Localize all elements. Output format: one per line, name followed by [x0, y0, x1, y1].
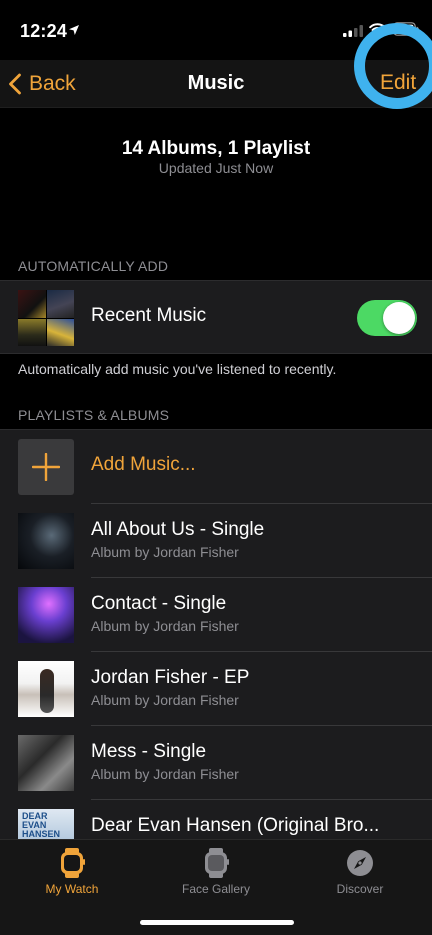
artwork-title-text: DEAR EVAN HANSEN [22, 811, 61, 839]
album-title: Contact - Single [91, 593, 227, 614]
cellular-signal-icon [343, 25, 363, 37]
artwork-tile [46, 290, 74, 318]
album-row[interactable]: Contact - Single Album by Jordan Fisher [0, 578, 432, 652]
artwork-tile [46, 318, 74, 346]
album-title: Jordan Fisher - EP [91, 667, 250, 688]
album-subtitle: Album by Jordan Fisher [91, 766, 239, 782]
section-header-playlists: PLAYLISTS & ALBUMS [18, 407, 170, 423]
recent-music-toggle[interactable] [357, 300, 417, 336]
album-artwork [18, 587, 74, 643]
tab-label: Face Gallery [181, 882, 251, 896]
location-arrow-icon [69, 25, 79, 35]
album-artwork [18, 661, 74, 717]
playlists-list: Add Music... All About Us - Single Album… [0, 429, 432, 839]
album-artwork [18, 513, 74, 569]
tab-my-watch[interactable]: My Watch [0, 848, 144, 896]
add-tile [18, 439, 74, 495]
home-indicator[interactable] [140, 920, 294, 925]
tab-face-gallery[interactable]: Face Gallery [144, 848, 288, 896]
album-row[interactable]: Jordan Fisher - EP Album by Jordan Fishe… [0, 652, 432, 726]
recent-music-artwork [18, 290, 74, 346]
artwork-tile [18, 318, 46, 346]
album-row[interactable]: All About Us - Single Album by Jordan Fi… [0, 504, 432, 578]
highlight-ring [354, 23, 432, 109]
status-time: 12:24 [20, 21, 68, 41]
tab-label: Discover [336, 882, 384, 896]
recent-music-label: Recent Music [91, 305, 207, 326]
summary-title: 14 Albums, 1 Playlist [121, 138, 311, 159]
album-subtitle: Album by Jordan Fisher [91, 618, 239, 634]
album-title: Mess - Single [91, 741, 207, 762]
auto-add-description: Automatically add music you've listened … [18, 361, 337, 377]
album-artwork [18, 735, 74, 791]
tab-discover[interactable]: Discover [288, 848, 432, 896]
section-header-auto-add: AUTOMATICALLY ADD [18, 258, 169, 274]
compass-icon [347, 850, 373, 876]
toggle-knob [383, 302, 415, 334]
edit-button[interactable]: Edit [380, 71, 416, 95]
album-artwork: DEAR EVAN HANSEN [18, 809, 74, 839]
plus-icon [32, 453, 60, 481]
album-title: All About Us - Single [91, 519, 265, 540]
watch-face-icon [205, 848, 229, 878]
album-subtitle: Album by Jordan Fisher [91, 692, 239, 708]
album-title: Dear Evan Hansen (Original Bro... [91, 815, 380, 836]
add-music-label: Add Music... [91, 454, 196, 475]
tab-label: My Watch [45, 882, 99, 896]
album-subtitle: Album by Jordan Fisher [91, 544, 239, 560]
add-music-row[interactable]: Add Music... [0, 430, 432, 504]
album-row[interactable]: Mess - Single Album by Jordan Fisher [0, 726, 432, 800]
summary-subtitle: Updated Just Now [158, 160, 274, 176]
artwork-figure [40, 669, 54, 713]
artwork-tile [18, 290, 46, 318]
recent-music-row: Recent Music [0, 280, 432, 354]
watch-icon [61, 848, 85, 878]
album-row[interactable]: DEAR EVAN HANSEN Dear Evan Hansen (Origi… [0, 800, 432, 839]
